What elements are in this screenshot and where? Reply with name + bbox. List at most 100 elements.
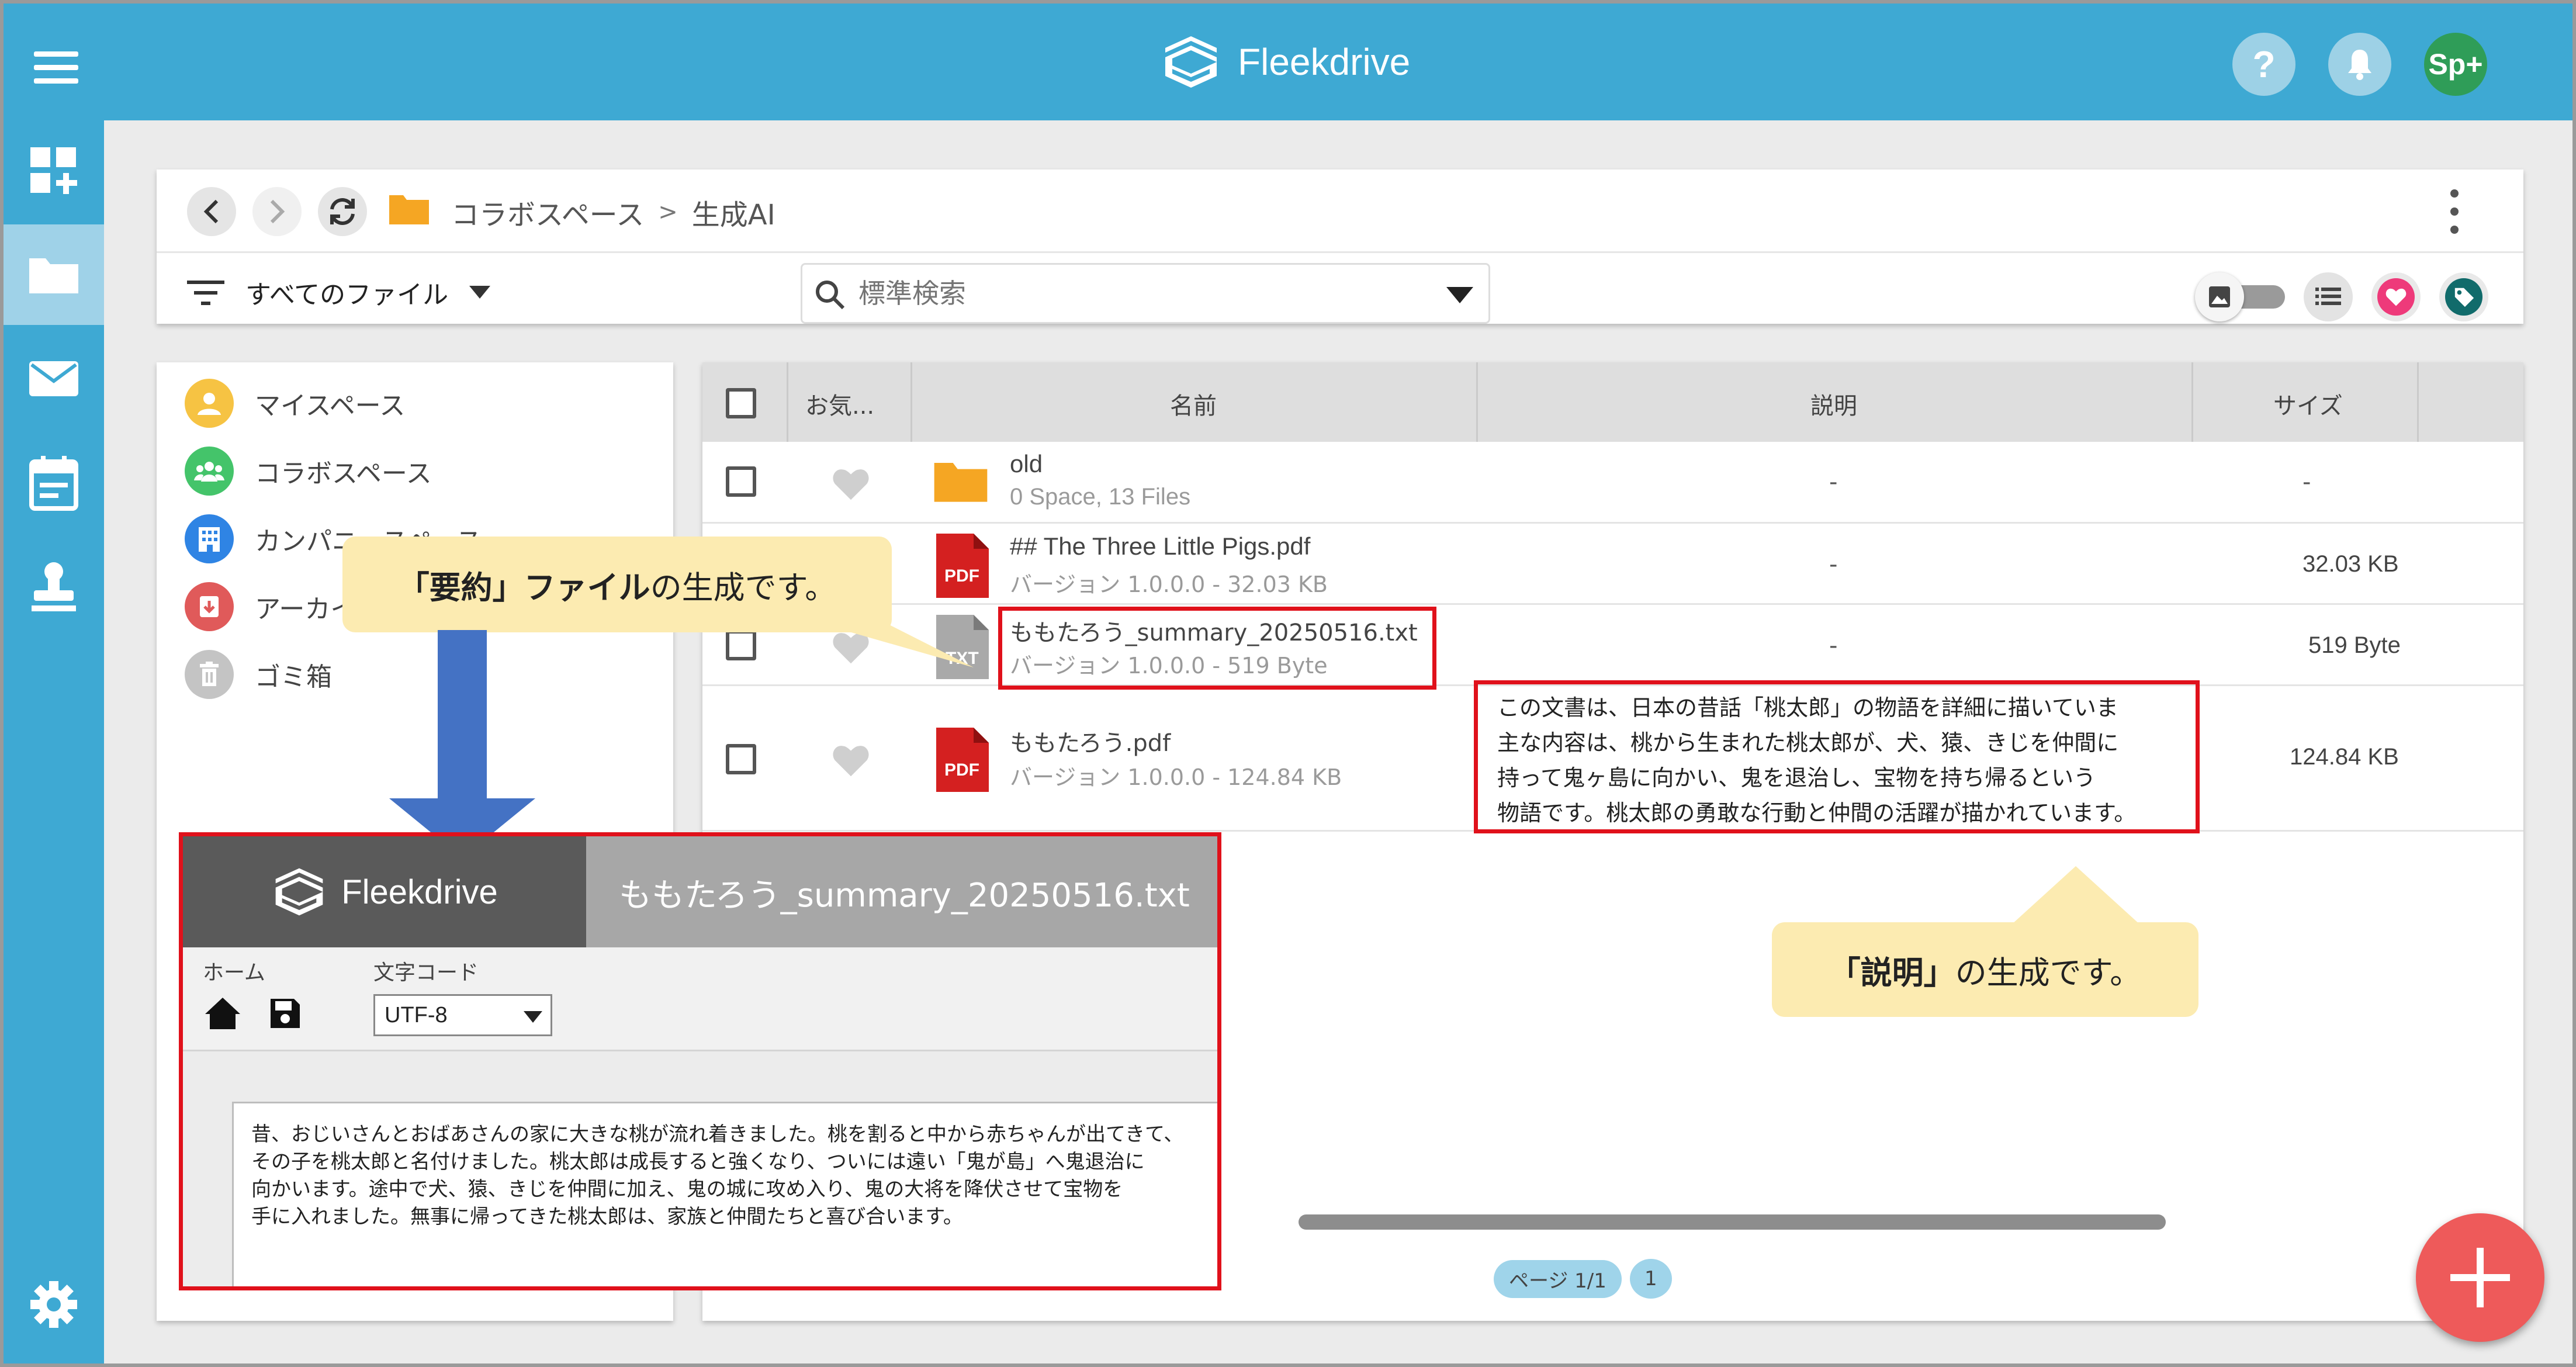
breadcrumb-root[interactable]: コラボスペース bbox=[451, 192, 644, 233]
search-dropdown-icon[interactable] bbox=[1446, 287, 1473, 303]
breadcrumb-folder-icon bbox=[389, 195, 429, 224]
help-icon: ? bbox=[2252, 43, 2276, 85]
nav-files[interactable] bbox=[4, 224, 104, 325]
favorite-heart-icon[interactable] bbox=[831, 466, 871, 501]
help-button[interactable]: ? bbox=[2232, 33, 2295, 96]
user-avatar[interactable]: Sp+ bbox=[2424, 33, 2487, 96]
column-name[interactable]: 名前 bbox=[1170, 387, 1217, 421]
callout-summary: 「要約」ファイルの生成です。 bbox=[342, 537, 892, 632]
encoding-select[interactable]: UTF-8 bbox=[373, 994, 552, 1036]
row-checkbox[interactable] bbox=[726, 466, 756, 497]
toolbar-divider bbox=[157, 251, 2523, 253]
nav-dashboard[interactable] bbox=[4, 120, 104, 221]
file-size: - bbox=[2303, 469, 2311, 496]
forward-button[interactable] bbox=[252, 187, 302, 236]
encoding-value: UTF-8 bbox=[385, 1003, 448, 1027]
breadcrumb: コラボスペース > 生成AI bbox=[451, 192, 775, 233]
nav-mail[interactable] bbox=[4, 328, 104, 429]
file-meta: バージョン 1.0.0.0 - 32.03 KB bbox=[1010, 572, 1328, 597]
file-name[interactable]: ももたろう.pdf bbox=[1010, 724, 1171, 758]
home-icon[interactable] bbox=[204, 996, 241, 1030]
table-row[interactable]: PDF ## The Three Little Pigs.pdf バージョン 1… bbox=[702, 525, 2523, 605]
mail-icon bbox=[29, 361, 78, 396]
tree-item-label: コラボスペース bbox=[255, 459, 432, 489]
tree-item-label: ゴミ箱 bbox=[255, 662, 332, 692]
preview-brand-name: Fleekdrive bbox=[341, 873, 498, 911]
brand-name: Fleekdrive bbox=[1238, 41, 1411, 83]
settings-icon bbox=[30, 1281, 77, 1328]
tags-button[interactable] bbox=[2439, 272, 2488, 321]
pager: ページ 1/1 1 bbox=[1494, 1259, 1672, 1299]
tree-item-myspace[interactable]: マイスペース bbox=[185, 379, 405, 428]
file-description: - bbox=[1829, 551, 1838, 578]
tree-item-trash[interactable]: ゴミ箱 bbox=[185, 650, 332, 699]
folder-icon bbox=[29, 258, 78, 293]
row-checkbox[interactable] bbox=[726, 630, 756, 660]
table-row[interactable]: TXT ももたろう_summary_20250516.txt バージョン 1.0… bbox=[702, 607, 2523, 686]
heart-icon bbox=[2385, 288, 2407, 306]
highlight-description bbox=[1474, 680, 2200, 833]
refresh-button[interactable] bbox=[318, 187, 367, 236]
list-icon bbox=[2315, 288, 2341, 305]
tag-icon bbox=[2454, 288, 2474, 307]
preview-toolbar: ホーム 文字コード UTF-8 bbox=[183, 947, 1217, 1051]
group-icon bbox=[194, 462, 224, 482]
list-view-button[interactable] bbox=[2304, 272, 2353, 321]
search-box[interactable] bbox=[801, 263, 1490, 324]
row-checkbox[interactable] bbox=[726, 744, 756, 774]
file-description: - bbox=[1829, 469, 1838, 496]
tree-item-collabspace[interactable]: コラボスペース bbox=[185, 447, 432, 496]
trash-icon bbox=[200, 662, 219, 686]
column-favorite[interactable]: お気... bbox=[805, 387, 874, 421]
table-row[interactable]: old 0 Space, 13 Files - - bbox=[702, 442, 2523, 524]
refresh-icon bbox=[330, 198, 355, 225]
notification-button[interactable] bbox=[2328, 33, 2391, 96]
favorite-heart-icon[interactable] bbox=[831, 743, 871, 778]
preview-text-line: その子を桃太郎と名付けました。桃太郎は成長すると強くなり、ついには遠い「鬼が島」… bbox=[251, 1150, 1145, 1174]
select-all-checkbox[interactable] bbox=[726, 388, 756, 418]
back-button[interactable] bbox=[187, 187, 236, 236]
toolbar-card: コラボスペース > 生成AI すべてのファイル bbox=[157, 169, 2523, 324]
filter-dropdown[interactable]: すべてのファイル bbox=[187, 274, 491, 311]
file-meta: 0 Space, 13 Files bbox=[1010, 484, 1191, 510]
app-window: Fleekdrive ? Sp+ コラボスペース > 生成AI すべてのファイル… bbox=[0, 0, 2576, 1367]
person-icon bbox=[198, 393, 221, 415]
file-name[interactable]: ## The Three Little Pigs.pdf bbox=[1010, 532, 1310, 560]
bell-icon bbox=[2348, 50, 2371, 80]
more-menu-icon[interactable] bbox=[2449, 189, 2460, 234]
top-bar: Fleekdrive ? Sp+ bbox=[4, 4, 2572, 120]
brand-logo: Fleekdrive bbox=[1161, 34, 1410, 90]
add-fab-button[interactable] bbox=[2416, 1213, 2544, 1342]
favorites-button[interactable] bbox=[2371, 272, 2421, 321]
nav-settings[interactable] bbox=[4, 1254, 104, 1355]
menu-icon[interactable] bbox=[34, 51, 78, 84]
search-icon bbox=[816, 281, 845, 310]
page-1-button[interactable]: 1 bbox=[1629, 1259, 1672, 1299]
search-input[interactable] bbox=[858, 272, 1431, 315]
save-icon[interactable] bbox=[269, 998, 301, 1029]
callout-pointer-description bbox=[2011, 866, 2140, 925]
preview-text-area[interactable]: 昔、おじいさんとおばあさんの家に大きな桃が流れ着きました。桃を割ると中から赤ちゃ… bbox=[232, 1102, 1217, 1286]
preview-text-line: 手に入れました。無事に帰ってきた桃太郎は、家族と仲間たちと喜び合います。 bbox=[251, 1205, 963, 1228]
fleekdrive-logo-icon bbox=[275, 868, 323, 916]
caret-down-icon bbox=[524, 1011, 542, 1023]
nav-approval[interactable] bbox=[4, 537, 104, 637]
tree-item-label: マイスペース bbox=[255, 391, 406, 421]
building-icon bbox=[199, 527, 220, 552]
pager-label: ページ 1/1 bbox=[1494, 1259, 1622, 1298]
callout-summary-bold: 「要約」ファイル bbox=[397, 569, 650, 606]
archive-icon bbox=[200, 596, 219, 617]
file-description: - bbox=[1829, 632, 1838, 659]
horizontal-scrollbar[interactable] bbox=[1299, 1214, 2166, 1230]
file-meta: バージョン 1.0.0.0 - 124.84 KB bbox=[1010, 764, 1342, 790]
caret-down-icon bbox=[469, 286, 491, 299]
thumbnail-toggle[interactable] bbox=[2195, 272, 2291, 321]
nav-calendar[interactable] bbox=[4, 432, 104, 533]
preview-brand: Fleekdrive bbox=[183, 836, 586, 947]
user-initials: Sp+ bbox=[2428, 48, 2483, 81]
column-description[interactable]: 説明 bbox=[1810, 387, 1857, 421]
file-size: 519 Byte bbox=[2308, 632, 2401, 658]
table-header: お気... 名前 説明 サイズ bbox=[702, 362, 2523, 442]
file-name[interactable]: old bbox=[1010, 450, 1043, 478]
column-size[interactable]: サイズ bbox=[2273, 387, 2343, 421]
